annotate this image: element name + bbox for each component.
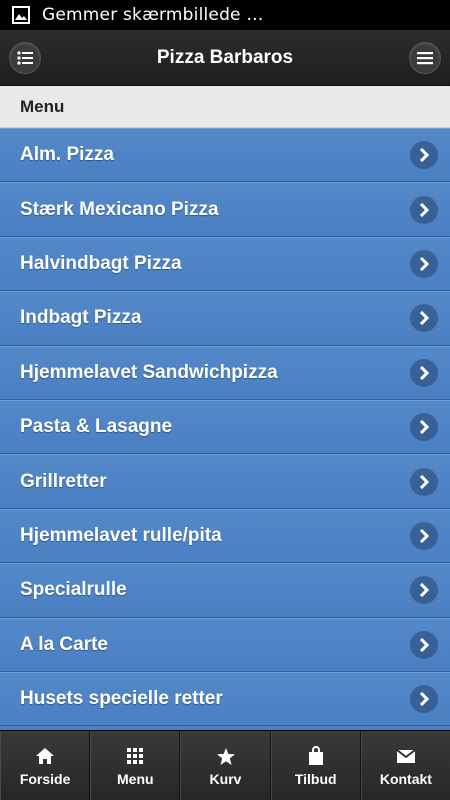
page-title: Pizza Barbaros <box>156 46 294 68</box>
nav-kontakt[interactable]: Kontakt <box>360 731 450 800</box>
menu-item[interactable]: Alm. Pizza <box>0 128 450 183</box>
list-button[interactable] <box>9 42 41 74</box>
star-icon <box>215 745 237 767</box>
shopping-bag-icon <box>305 745 327 767</box>
nav-label: Forside <box>19 771 71 787</box>
chevron-right-icon <box>410 467 438 496</box>
chevron-right-icon <box>410 413 438 442</box>
menu-item-label: A la Carte <box>20 633 108 655</box>
nav-menu[interactable]: Menu <box>90 731 181 800</box>
section-header: Menu <box>0 86 450 128</box>
list-icon <box>17 51 33 65</box>
menu-item-label: Specialrulle <box>20 579 127 601</box>
chevron-right-icon <box>410 195 438 224</box>
menu-item[interactable]: Husets specielle retter <box>0 671 450 727</box>
menu-item-label: Husets specielle retter <box>20 688 223 710</box>
nav-label: Kurv <box>209 771 242 787</box>
menu-item-label: Pasta & Lasagne <box>20 416 173 438</box>
nav-kurv[interactable]: Kurv <box>180 731 271 800</box>
chevron-right-icon <box>410 141 438 170</box>
menu-item[interactable]: Grillretter <box>0 454 450 509</box>
menu-item[interactable]: Specialrulle <box>0 563 450 618</box>
home-icon <box>34 745 56 767</box>
chevron-right-icon <box>410 521 438 550</box>
mail-icon <box>395 745 417 767</box>
nav-forside[interactable]: Forside <box>0 731 91 800</box>
chevron-right-icon <box>410 685 438 714</box>
hamburger-menu-icon <box>417 52 433 65</box>
menu-item[interactable]: Hjemmelavet rulle/pita <box>0 508 450 564</box>
nav-label: Kontakt <box>379 771 432 787</box>
menu-item-label: Indbagt Pizza <box>20 307 142 329</box>
menu-item-label: Grillretter <box>20 470 107 492</box>
image-icon <box>12 6 30 24</box>
menu-item[interactable]: Pasta & Lasagne <box>0 399 450 455</box>
app-header: Pizza Barbaros <box>0 30 450 86</box>
chevron-right-icon <box>410 304 438 333</box>
menu-item-label: Alm. Pizza <box>20 144 114 166</box>
menu-item[interactable]: Stærk Mexicano Pizza <box>0 182 450 237</box>
status-bar: Gemmer skærmbillede … <box>0 0 450 30</box>
menu-item[interactable]: A la Carte <box>0 617 450 672</box>
hamburger-menu-button[interactable] <box>409 42 441 74</box>
menu-item-label: Hjemmelavet Sandwichpizza <box>20 361 278 383</box>
menu-item[interactable]: Hjemmelavet Sandwichpizza <box>0 345 450 400</box>
nav-label: Menu <box>117 771 154 787</box>
menu-item-label: Stærk Mexicano Pizza <box>20 198 219 220</box>
chevron-right-icon <box>410 358 438 387</box>
menu-item-label: Halvindbagt Pizza <box>20 252 182 274</box>
menu-item[interactable]: Halvindbagt Pizza <box>0 236 450 292</box>
menu-item[interactable]: Indbagt Pizza <box>0 291 450 346</box>
status-text: Gemmer skærmbillede … <box>42 5 264 25</box>
section-title: Menu <box>20 96 65 116</box>
nav-tilbud[interactable]: Tilbud <box>270 731 361 800</box>
chevron-right-icon <box>410 630 438 659</box>
chevron-right-icon <box>410 249 438 278</box>
nav-label: Tilbud <box>294 771 337 787</box>
menu-list: Alm. Pizza Stærk Mexicano Pizza Halvindb… <box>0 128 450 730</box>
chevron-right-icon <box>410 576 438 605</box>
menu-item-label: Hjemmelavet rulle/pita <box>20 524 222 546</box>
bottom-nav: Forside Menu Kurv Tilbud Kontakt <box>0 730 450 800</box>
grid-icon <box>124 745 146 767</box>
